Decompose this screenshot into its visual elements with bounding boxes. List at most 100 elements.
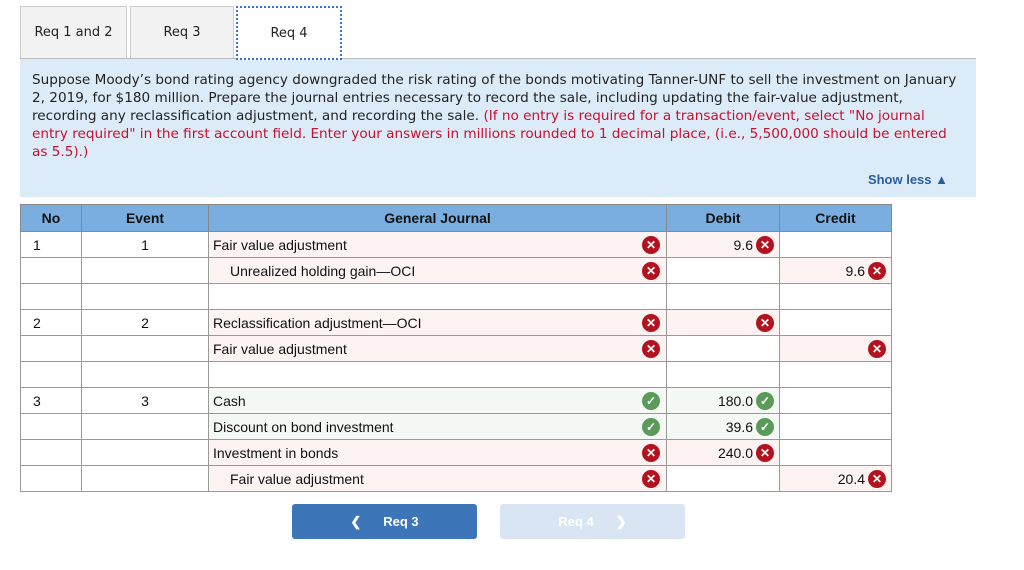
error-x-icon: ✕ [756, 236, 774, 254]
next-req-4-button[interactable]: Req 4 ❯ [500, 504, 685, 539]
next-label: Req 4 [558, 514, 594, 529]
account-name: Cash [213, 392, 246, 409]
debit-field[interactable] [666, 283, 780, 310]
table-row [20, 283, 892, 310]
credit-value: 20.4 [837, 470, 865, 487]
error-x-icon: ✕ [642, 470, 660, 488]
debit-field[interactable]: 9.6 ✕ [666, 231, 780, 258]
error-x-icon: ✕ [642, 262, 660, 280]
instructions-panel: Suppose Moody’s bond rating agency downg… [20, 59, 976, 197]
account-name: Reclassification adjustment—OCI [213, 314, 422, 331]
debit-value: 9.6 [733, 236, 753, 253]
error-x-icon: ✕ [756, 444, 774, 462]
account-name: Fair value adjustment [213, 236, 347, 253]
credit-field[interactable] [779, 361, 892, 388]
account-name: Fair value adjustment [230, 470, 364, 487]
error-x-icon: ✕ [868, 340, 886, 358]
cell-no [20, 361, 82, 388]
prev-req-3-button[interactable]: ❮ Req 3 [292, 504, 477, 539]
account-name: Discount on bond investment [213, 418, 394, 435]
credit-field[interactable] [779, 309, 892, 336]
cell-no: 1 [20, 231, 82, 258]
error-x-icon: ✕ [642, 444, 660, 462]
credit-field[interactable] [779, 231, 892, 258]
credit-field[interactable] [779, 283, 892, 310]
cell-no [20, 465, 82, 492]
cell-event: 2 [81, 309, 209, 336]
debit-value: 240.0 [717, 444, 753, 461]
credit-field[interactable]: 20.4 ✕ [779, 465, 892, 492]
cell-event [81, 283, 209, 310]
debit-field[interactable]: ✕ [666, 309, 780, 336]
cell-event [81, 439, 209, 466]
error-x-icon: ✕ [868, 262, 886, 280]
cell-event: 1 [81, 231, 209, 258]
cell-event [81, 465, 209, 492]
cell-no [20, 335, 82, 362]
account-field[interactable]: Unrealized holding gain—OCI ✕ [208, 257, 667, 284]
account-field[interactable]: Fair value adjustment ✕ [208, 335, 667, 362]
tab-req-4[interactable]: Req 4 [236, 6, 342, 60]
error-x-icon: ✕ [868, 470, 886, 488]
error-x-icon: ✕ [756, 314, 774, 332]
cell-no: 3 [20, 387, 82, 414]
chevron-left-icon: ❮ [350, 513, 362, 529]
cell-event [81, 335, 209, 362]
table-row [20, 361, 892, 388]
debit-field[interactable]: 39.6 ✓ [666, 413, 780, 440]
account-field[interactable] [208, 283, 667, 310]
cell-no [20, 283, 82, 310]
instructions-text: Suppose Moody’s bond rating agency downg… [32, 71, 957, 161]
table-row: Unrealized holding gain—OCI ✕ 9.6 ✕ [20, 257, 892, 284]
check-icon: ✓ [756, 392, 774, 410]
credit-value: 9.6 [845, 262, 865, 279]
account-name: Fair value adjustment [213, 340, 347, 357]
table-row: Fair value adjustment ✕ 20.4 ✕ [20, 465, 892, 492]
credit-field[interactable]: ✕ [779, 335, 892, 362]
debit-value: 180.0 [717, 392, 753, 409]
table-header: No Event General Journal Debit Credit [20, 204, 892, 232]
account-field[interactable]: Investment in bonds ✕ [208, 439, 667, 466]
cell-event [81, 413, 209, 440]
journal-table: No Event General Journal Debit Credit 1 … [20, 204, 892, 492]
account-field[interactable]: Reclassification adjustment—OCI ✕ [208, 309, 667, 336]
table-row: Discount on bond investment ✓ 39.6 ✓ [20, 413, 892, 440]
debit-field[interactable]: 180.0 ✓ [666, 387, 780, 414]
cell-no [20, 257, 82, 284]
show-less-link[interactable]: Show less ▲ [868, 172, 948, 187]
tab-req-1-and-2[interactable]: Req 1 and 2 [20, 6, 127, 58]
cell-no: 2 [20, 309, 82, 336]
check-icon: ✓ [642, 392, 660, 410]
cell-event: 3 [81, 387, 209, 414]
account-field[interactable]: Cash ✓ [208, 387, 667, 414]
debit-field[interactable] [666, 465, 780, 492]
debit-field[interactable] [666, 257, 780, 284]
account-name: Investment in bonds [213, 444, 339, 461]
account-field[interactable]: Discount on bond investment ✓ [208, 413, 667, 440]
debit-field[interactable] [666, 361, 780, 388]
tab-req-3[interactable]: Req 3 [130, 6, 234, 58]
header-no: No [20, 204, 82, 232]
header-general-journal: General Journal [208, 204, 667, 232]
account-field[interactable] [208, 361, 667, 388]
cell-no [20, 439, 82, 466]
credit-field[interactable]: 9.6 ✕ [779, 257, 892, 284]
error-x-icon: ✕ [642, 340, 660, 358]
check-icon: ✓ [756, 418, 774, 436]
account-field[interactable]: Fair value adjustment ✕ [208, 465, 667, 492]
credit-field[interactable] [779, 413, 892, 440]
debit-field[interactable] [666, 335, 780, 362]
credit-field[interactable] [779, 387, 892, 414]
debit-field[interactable]: 240.0 ✕ [666, 439, 780, 466]
credit-field[interactable] [779, 439, 892, 466]
cell-event [81, 361, 209, 388]
table-row: Investment in bonds ✕ 240.0 ✕ [20, 439, 892, 466]
table-row: 2 2 Reclassification adjustment—OCI ✕ ✕ [20, 309, 892, 336]
table-row: 3 3 Cash ✓ 180.0 ✓ [20, 387, 892, 414]
chevron-right-icon: ❯ [615, 513, 627, 529]
error-x-icon: ✕ [642, 314, 660, 332]
table-row: Fair value adjustment ✕ ✕ [20, 335, 892, 362]
debit-value: 39.6 [725, 418, 753, 435]
account-field[interactable]: Fair value adjustment ✕ [208, 231, 667, 258]
table-row: 1 1 Fair value adjustment ✕ 9.6 ✕ [20, 231, 892, 258]
